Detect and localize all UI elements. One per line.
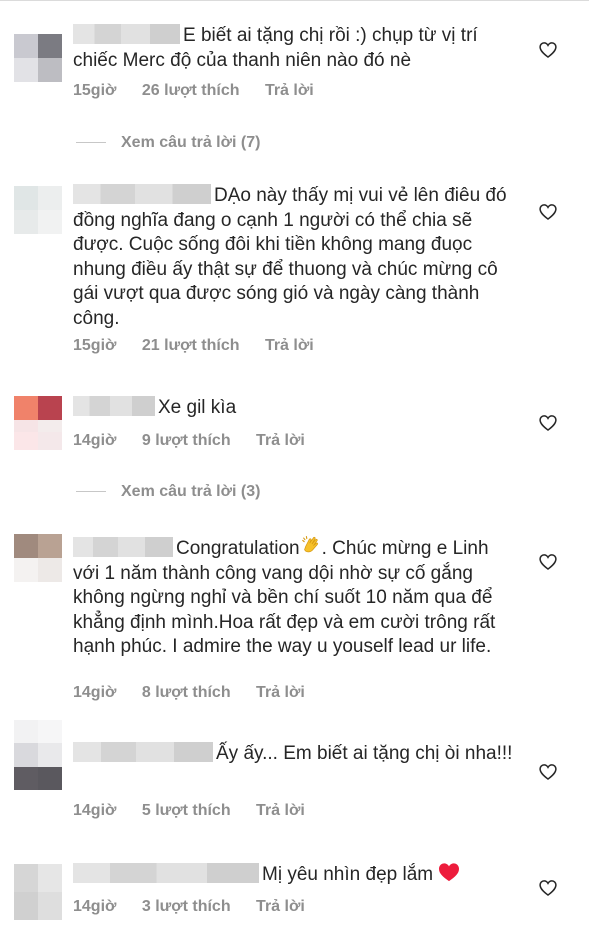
top-divider — [0, 0, 589, 1]
heart-outline-icon[interactable] — [538, 413, 558, 433]
comment-text: Xe gil kìa — [73, 396, 513, 421]
avatar-tile — [14, 766, 38, 790]
comment-text: E biết ai tặng chị rồi :) chụp từ vị trí… — [73, 24, 478, 71]
avatar-tile — [14, 186, 38, 210]
username[interactable] — [73, 24, 180, 44]
avatar-tile — [38, 892, 62, 920]
avatar-tile — [38, 766, 62, 790]
reply-button[interactable]: Trả lời — [265, 337, 314, 354]
username[interactable] — [73, 742, 213, 762]
heart-outline-icon[interactable] — [538, 202, 558, 222]
comment-text: Mị yêu nhìn đẹp lắm — [73, 862, 513, 888]
view-replies-label: Xem câu trả lời (3) — [121, 483, 261, 500]
avatar-tile — [38, 864, 62, 892]
view-replies-button[interactable]: Xem câu trả lời (3) — [76, 483, 260, 501]
avatar[interactable] — [14, 186, 62, 234]
avatar-tile — [14, 558, 38, 582]
avatar-tile — [38, 58, 62, 82]
reply-button[interactable]: Trả lời — [256, 898, 305, 915]
avatar-tile — [14, 720, 38, 744]
avatar-tile — [38, 34, 62, 58]
username[interactable] — [73, 537, 173, 557]
avatar-tile — [14, 396, 38, 420]
avatar-tile — [14, 210, 38, 234]
avatar-tile — [38, 432, 62, 450]
comment-time: 14giờ — [73, 432, 117, 449]
comment-text: DẠo này thấy mị vui vẻ lên điêu đó đồng … — [73, 184, 507, 329]
avatar[interactable] — [14, 864, 62, 920]
reply-button[interactable]: Trả lời — [256, 684, 305, 701]
like-count[interactable]: 3 lượt thích — [142, 898, 231, 915]
like-count[interactable]: 5 lượt thích — [142, 802, 231, 819]
avatar-fade — [14, 432, 62, 468]
avatar-tile — [38, 186, 62, 210]
avatar-tile — [38, 534, 62, 558]
avatar-tile — [38, 720, 62, 744]
comment-time: 15giờ — [73, 337, 117, 354]
heart-outline-icon[interactable] — [538, 552, 558, 572]
avatar[interactable] — [14, 34, 62, 82]
comment-time: 14giờ — [73, 684, 117, 701]
heart-outline-icon[interactable] — [538, 878, 558, 898]
comment-time: 14giờ — [73, 898, 117, 915]
heart-outline-icon[interactable] — [538, 40, 558, 60]
avatar-tile — [14, 892, 38, 920]
red-heart-icon — [439, 863, 460, 882]
like-count[interactable]: 26 lượt thích — [142, 82, 240, 99]
comment-time: 14giờ — [73, 802, 117, 819]
reply-button[interactable]: Trả lời — [256, 432, 305, 449]
comment-text: Ấy ấy... Em biết ai tặng chị òi nha!!! — [73, 742, 513, 767]
avatar-tile — [14, 58, 38, 82]
avatar-tile — [38, 396, 62, 420]
avatar-tile — [38, 450, 62, 468]
like-count[interactable]: 9 lượt thích — [142, 432, 231, 449]
avatar-tile — [14, 743, 38, 767]
comment-time: 15giờ — [73, 82, 117, 99]
username[interactable] — [73, 863, 259, 883]
divider — [76, 142, 106, 144]
avatar-tile — [14, 864, 38, 892]
avatar-tile — [38, 210, 62, 234]
heart-outline-icon[interactable] — [538, 762, 558, 782]
username[interactable] — [73, 396, 155, 416]
view-replies-label: Xem câu trả lời (7) — [121, 134, 261, 151]
like-count[interactable]: 8 lượt thích — [142, 684, 231, 701]
avatar-tile — [14, 34, 38, 58]
avatar-tile — [38, 743, 62, 767]
avatar[interactable] — [14, 534, 62, 582]
avatar-tile — [14, 450, 38, 468]
avatar-tile — [38, 558, 62, 582]
clapping-hands-icon — [301, 536, 318, 553]
avatar-tile — [14, 534, 38, 558]
divider — [76, 491, 106, 493]
avatar-tile — [14, 432, 38, 450]
username[interactable] — [73, 184, 211, 204]
reply-button[interactable]: Trả lời — [265, 82, 314, 99]
reply-button[interactable]: Trả lời — [256, 802, 305, 819]
comment-text: Congratulation . Chúc mừng e Linh với 1 … — [73, 534, 513, 660]
like-count[interactable]: 21 lượt thích — [142, 337, 240, 354]
avatar[interactable] — [14, 720, 62, 790]
view-replies-button[interactable]: Xem câu trả lời (7) — [76, 134, 260, 152]
